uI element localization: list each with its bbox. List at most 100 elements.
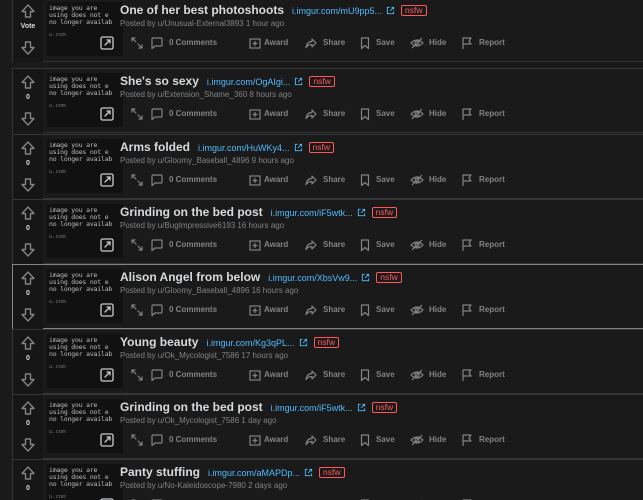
open-link-icon[interactable] <box>99 237 115 253</box>
expand-button[interactable] <box>130 106 146 122</box>
share-button[interactable]: Share <box>304 367 352 383</box>
award-button[interactable]: Award <box>248 302 298 318</box>
upvote-arrow-icon[interactable] <box>20 465 36 481</box>
hide-button[interactable]: Hide <box>410 106 450 122</box>
post-domain-link[interactable]: i.imgur.com/mU9pp5... <box>292 6 382 16</box>
award-button[interactable]: Award <box>248 172 298 188</box>
downvote-arrow-icon[interactable] <box>20 372 36 388</box>
external-link-icon[interactable] <box>386 6 395 15</box>
open-link-icon[interactable] <box>99 367 115 383</box>
hide-button[interactable]: Hide <box>410 432 450 448</box>
report-button[interactable]: Report <box>460 432 510 448</box>
save-button[interactable]: Save <box>358 302 398 318</box>
upvote-arrow-icon[interactable] <box>20 270 36 286</box>
post-title[interactable]: Arms folded <box>120 140 190 154</box>
post-domain-link[interactable]: i.imgur.com/XbsVw9... <box>268 273 357 283</box>
save-button[interactable]: Save <box>358 172 398 188</box>
post-domain-link[interactable]: i.imgur.com/Kg3qPL... <box>206 338 294 348</box>
share-button[interactable]: Share <box>304 172 352 188</box>
post-title[interactable]: Panty stuffing <box>120 465 200 479</box>
post-card[interactable]: 0 image you are using does not e no long… <box>12 68 643 133</box>
comments-button[interactable]: 0 Comments <box>150 367 232 383</box>
post-title[interactable]: One of her best photoshoots <box>120 3 284 17</box>
post-card[interactable]: 0 image you are using does not e no long… <box>12 199 643 264</box>
save-button[interactable]: Save <box>358 367 398 383</box>
upvote-arrow-icon[interactable] <box>20 140 36 156</box>
open-link-icon[interactable] <box>99 302 115 318</box>
expand-button[interactable] <box>130 237 146 253</box>
post-card[interactable]: 0 image you are using does not e no long… <box>12 329 643 394</box>
report-button[interactable]: Report <box>460 302 510 318</box>
expand-button[interactable] <box>130 35 146 51</box>
comments-button[interactable]: 0 Comments <box>150 432 232 448</box>
award-button[interactable]: Award <box>248 35 298 51</box>
hide-button[interactable]: Hide <box>410 35 450 51</box>
save-button[interactable]: Save <box>358 237 398 253</box>
open-link-icon[interactable] <box>99 106 115 122</box>
downvote-arrow-icon[interactable] <box>20 242 36 258</box>
save-button[interactable]: Save <box>358 106 398 122</box>
report-button[interactable]: Report <box>460 237 510 253</box>
award-button[interactable]: Award <box>248 237 298 253</box>
post-card[interactable]: 0 image you are using does not e no long… <box>12 459 643 500</box>
post-domain-link[interactable]: i.imgur.com/iF5wtk... <box>271 403 353 413</box>
post-card[interactable]: 0 image you are using does not e no long… <box>12 394 643 459</box>
external-link-icon[interactable] <box>304 468 313 477</box>
hide-button[interactable]: Hide <box>410 302 450 318</box>
external-link-icon[interactable] <box>361 273 370 282</box>
report-button[interactable]: Report <box>460 172 510 188</box>
open-link-icon[interactable] <box>99 172 115 188</box>
post-title[interactable]: Grinding on the bed post <box>120 205 263 219</box>
comments-button[interactable]: 0 Comments <box>150 237 232 253</box>
save-button[interactable]: Save <box>358 35 398 51</box>
comments-button[interactable]: 0 Comments <box>150 172 232 188</box>
share-button[interactable]: Share <box>304 432 352 448</box>
post-card[interactable]: 0 image you are using does not e no long… <box>12 264 643 329</box>
hide-button[interactable]: Hide <box>410 367 450 383</box>
upvote-arrow-icon[interactable] <box>20 335 36 351</box>
share-button[interactable]: Share <box>304 106 352 122</box>
upvote-arrow-icon[interactable] <box>20 3 36 19</box>
downvote-arrow-icon[interactable] <box>20 437 36 453</box>
expand-button[interactable] <box>130 302 146 318</box>
comments-button[interactable]: 0 Comments <box>150 302 232 318</box>
downvote-arrow-icon[interactable] <box>20 177 36 193</box>
expand-button[interactable] <box>130 367 146 383</box>
downvote-arrow-icon[interactable] <box>20 307 36 323</box>
report-button[interactable]: Report <box>460 106 510 122</box>
hide-button[interactable]: Hide <box>410 172 450 188</box>
open-link-icon[interactable] <box>99 35 115 51</box>
comments-button[interactable]: 0 Comments <box>150 35 232 51</box>
share-button[interactable]: Share <box>304 237 352 253</box>
expand-button[interactable] <box>130 172 146 188</box>
post-title[interactable]: Grinding on the bed post <box>120 400 263 414</box>
post-domain-link[interactable]: i.imgur.com/OgAIgi... <box>207 77 291 87</box>
hide-button[interactable]: Hide <box>410 237 450 253</box>
open-link-icon[interactable] <box>99 432 115 448</box>
post-title[interactable]: She's so sexy <box>120 74 199 88</box>
upvote-arrow-icon[interactable] <box>20 400 36 416</box>
upvote-arrow-icon[interactable] <box>20 205 36 221</box>
post-domain-link[interactable]: i.imgur.com/aMAPDp... <box>208 468 300 478</box>
comments-button[interactable]: 0 Comments <box>150 106 232 122</box>
upvote-arrow-icon[interactable] <box>20 74 36 90</box>
external-link-icon[interactable] <box>357 403 366 412</box>
post-domain-link[interactable]: i.imgur.com/HuWKy4... <box>198 143 290 153</box>
award-button[interactable]: Award <box>248 367 298 383</box>
post-title[interactable]: Alison Angel from below <box>120 270 260 284</box>
report-button[interactable]: Report <box>460 35 510 51</box>
external-link-icon[interactable] <box>299 338 308 347</box>
external-link-icon[interactable] <box>357 208 366 217</box>
post-title[interactable]: Young beauty <box>120 335 198 349</box>
downvote-arrow-icon[interactable] <box>20 111 36 127</box>
award-button[interactable]: Award <box>248 432 298 448</box>
downvote-arrow-icon[interactable] <box>20 40 36 56</box>
post-domain-link[interactable]: i.imgur.com/iF5wtk... <box>271 208 353 218</box>
save-button[interactable]: Save <box>358 432 398 448</box>
post-card[interactable]: Vote image you are using does not e no l… <box>12 0 643 62</box>
award-button[interactable]: Award <box>248 106 298 122</box>
share-button[interactable]: Share <box>304 35 352 51</box>
external-link-icon[interactable] <box>294 77 303 86</box>
external-link-icon[interactable] <box>294 143 303 152</box>
post-card[interactable]: 0 image you are using does not e no long… <box>12 134 643 199</box>
